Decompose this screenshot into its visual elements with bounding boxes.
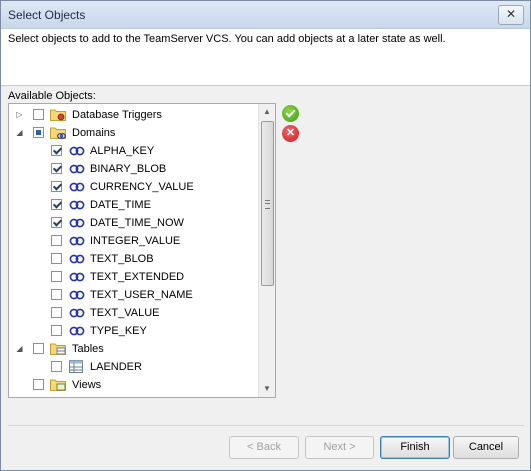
- tree-item-checkbox[interactable]: [51, 307, 62, 318]
- tree-item-checkbox[interactable]: [51, 361, 62, 372]
- tree-item[interactable]: TEXT_VALUE: [9, 304, 259, 322]
- tree-item-checkbox[interactable]: [51, 181, 62, 192]
- tree-item-label: TYPE_KEY: [90, 325, 147, 337]
- tree-item[interactable]: LAENDER: [9, 358, 259, 376]
- tree-item-checkbox[interactable]: [51, 217, 62, 228]
- button-separator: [8, 425, 524, 426]
- tree-item-label: INTEGER_VALUE: [90, 235, 181, 247]
- domain-icon: [69, 164, 85, 174]
- tree-item[interactable]: INTEGER_VALUE: [9, 232, 259, 250]
- tree-item-checkbox[interactable]: [51, 235, 62, 246]
- domain-icon: [69, 200, 85, 210]
- tree-item-checkbox[interactable]: [51, 199, 62, 210]
- tree-item-label: ALPHA_KEY: [90, 145, 155, 157]
- tree-item-label: TEXT_USER_NAME: [90, 289, 193, 301]
- cancel-button[interactable]: Cancel: [453, 436, 519, 459]
- domain-icon: [69, 146, 85, 156]
- expand-icon[interactable]: ▷: [15, 110, 24, 119]
- tree-item[interactable]: ALPHA_KEY: [9, 142, 259, 160]
- tree-item-checkbox[interactable]: [51, 271, 62, 282]
- finish-button[interactable]: Finish: [380, 436, 450, 459]
- tree-item-checkbox[interactable]: [51, 163, 62, 174]
- tree-item[interactable]: DATE_TIME: [9, 196, 259, 214]
- close-icon: ✕: [505, 7, 517, 21]
- available-objects-label: Available Objects:: [8, 90, 96, 102]
- tree-scrollbar[interactable]: ▲ ▼: [258, 104, 275, 397]
- title-bar: Select Objects ✕: [1, 1, 530, 29]
- tree-item-label: DATE_TIME_NOW: [90, 217, 184, 229]
- tree-item[interactable]: TEXT_BLOB: [9, 250, 259, 268]
- tree-item[interactable]: BINARY_BLOB: [9, 160, 259, 178]
- tree-item-label: Domains: [72, 127, 116, 139]
- folder-view-icon: [50, 378, 66, 391]
- tree-item[interactable]: DATE_TIME_NOW: [9, 214, 259, 232]
- domain-icon: [69, 308, 85, 318]
- tree-item[interactable]: TEXT_USER_NAME: [9, 286, 259, 304]
- folder-domain-icon: [50, 126, 66, 139]
- description-panel: Select objects to add to the TeamServer …: [1, 29, 530, 86]
- tree-item[interactable]: ▷ Database Triggers: [9, 106, 259, 124]
- tree-item-label: TEXT_EXTENDED: [90, 271, 185, 283]
- tree-item-label: TEXT_VALUE: [90, 307, 160, 319]
- folder-table-icon: [50, 342, 66, 355]
- tree-item-label: LAENDER: [90, 361, 142, 373]
- grip-icon: [265, 200, 270, 209]
- tree-item-label: BINARY_BLOB: [90, 163, 167, 175]
- table-icon: [69, 360, 83, 373]
- close-button[interactable]: ✕: [498, 5, 524, 25]
- objects-tree[interactable]: Views LAENDER ◢ Tables TYPE_KEY TEXT_VALUE TEX…: [8, 103, 276, 398]
- domain-icon: [69, 182, 85, 192]
- folder-trigger-icon: [50, 108, 66, 121]
- domain-icon: [69, 326, 85, 336]
- tree-item-checkbox[interactable]: [33, 343, 44, 354]
- tree-item-checkbox[interactable]: [33, 109, 44, 120]
- collapse-icon[interactable]: ◢: [15, 344, 24, 353]
- tree-item-checkbox[interactable]: [51, 145, 62, 156]
- tree-item-label: DATE_TIME: [90, 199, 151, 211]
- window-title: Select Objects: [8, 8, 86, 22]
- domain-icon: [69, 254, 85, 264]
- back-button[interactable]: < Back: [229, 436, 299, 459]
- tree-item[interactable]: Views: [9, 376, 259, 394]
- domain-icon: [69, 236, 85, 246]
- tree-item-label: TEXT_BLOB: [90, 253, 154, 265]
- scroll-thumb[interactable]: [261, 121, 274, 286]
- scroll-down-button[interactable]: ▼: [259, 381, 275, 397]
- domain-icon: [69, 218, 85, 228]
- tree-item-checkbox[interactable]: [33, 127, 44, 138]
- tree-item[interactable]: TEXT_EXTENDED: [9, 268, 259, 286]
- tree-item-checkbox[interactable]: [51, 253, 62, 264]
- domain-icon: [69, 272, 85, 282]
- scroll-up-button[interactable]: ▲: [259, 104, 275, 120]
- description-text: Select objects to add to the TeamServer …: [8, 33, 446, 45]
- tree-item[interactable]: ◢ Domains: [9, 124, 259, 142]
- tree-item-checkbox[interactable]: [51, 289, 62, 300]
- tree-item[interactable]: ◢ Tables: [9, 340, 259, 358]
- domain-icon: [69, 290, 85, 300]
- uncheck-all-icon[interactable]: ✕: [282, 125, 299, 142]
- tree-item-checkbox[interactable]: [33, 379, 44, 390]
- tree-item[interactable]: CURRENCY_VALUE: [9, 178, 259, 196]
- tree-item-label: Tables: [72, 343, 104, 355]
- check-all-icon[interactable]: [282, 105, 299, 122]
- collapse-icon[interactable]: ◢: [15, 128, 24, 137]
- tree-item-label: Database Triggers: [72, 109, 162, 121]
- tree-item[interactable]: TYPE_KEY: [9, 322, 259, 340]
- tree-item-label: CURRENCY_VALUE: [90, 181, 194, 193]
- next-button[interactable]: Next >: [305, 436, 374, 459]
- select-objects-dialog: Select Objects ✕ Select objects to add t…: [0, 0, 531, 471]
- tree-item-label: Views: [72, 379, 102, 391]
- tree-item-checkbox[interactable]: [51, 325, 62, 336]
